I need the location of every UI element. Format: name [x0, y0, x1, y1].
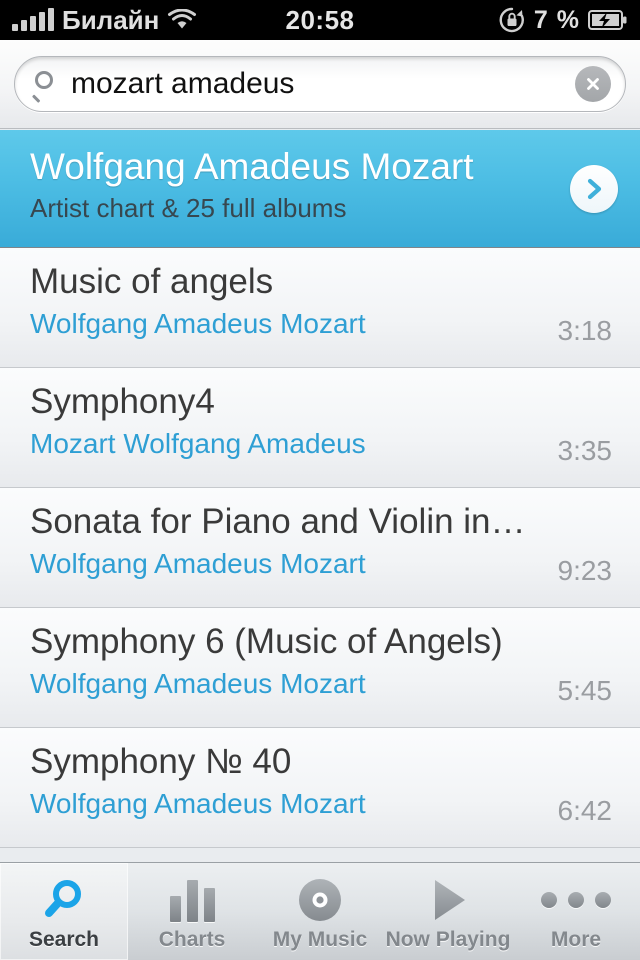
search-input-value: mozart amadeus — [71, 67, 295, 100]
table-row[interactable]: Symphony4 Mozart Wolfgang Amadeus 3:35 — [0, 368, 640, 488]
tab-more-label: More — [550, 928, 602, 951]
track-title: Symphony № 40 — [30, 742, 292, 781]
chevron-right-icon[interactable] — [570, 164, 618, 213]
play-icon — [425, 874, 471, 926]
table-row[interactable]: Symphony 6 (Music of Angels) Wolfgang Am… — [0, 608, 640, 728]
table-row[interactable]: Music of angels Wolfgang Amadeus Mozart … — [0, 248, 640, 368]
tab-now-playing-label: Now Playing — [385, 928, 511, 951]
artist-result-row[interactable]: Wolfgang Amadeus Mozart Artist chart & 2… — [0, 130, 640, 248]
track-artist: Wolfgang Amadeus Mozart — [30, 788, 366, 820]
artist-subtitle: Artist chart & 25 full albums — [30, 193, 347, 224]
rotation-lock-icon — [498, 6, 526, 34]
status-bar-right: 7 % — [498, 6, 628, 35]
track-title: Music of angels — [30, 262, 274, 301]
track-duration: 3:35 — [557, 435, 613, 466]
bar-chart-icon — [169, 874, 215, 926]
tab-bar: Search Charts My Music Now Playing More — [0, 862, 640, 960]
search-icon — [31, 71, 59, 103]
ellipsis-icon — [541, 874, 611, 926]
track-duration: 5:45 — [557, 675, 613, 706]
track-title: Symphony 6 (Music of Angels) — [30, 622, 503, 661]
table-row[interactable]: Symphony № 40 Wolfgang Amadeus Mozart 6:… — [0, 728, 640, 848]
app-root: Билайн 20:58 7 % mozart amadeus Wolfgang… — [0, 0, 640, 960]
tab-my-music[interactable]: My Music — [256, 863, 384, 960]
search-results-list[interactable]: Wolfgang Amadeus Mozart Artist chart & 2… — [0, 130, 640, 862]
status-bar: Билайн 20:58 7 % — [0, 0, 640, 40]
magnifier-icon — [41, 874, 87, 926]
track-artist: Wolfgang Amadeus Mozart — [30, 308, 366, 340]
track-artist: Wolfgang Amadeus Mozart — [30, 668, 366, 700]
disc-icon — [296, 874, 344, 926]
tab-charts[interactable]: Charts — [128, 863, 256, 960]
tab-search-label: Search — [28, 928, 100, 951]
tab-more[interactable]: More — [512, 863, 640, 960]
track-artist: Wolfgang Amadeus Mozart — [30, 548, 366, 580]
track-title: Sonata for Piano and Violin in… — [30, 502, 526, 541]
tab-my-music-label: My Music — [272, 928, 368, 951]
clear-circle-icon[interactable] — [575, 66, 611, 102]
search-bar-panel: mozart amadeus — [0, 40, 640, 129]
track-artist: Mozart Wolfgang Amadeus — [30, 428, 366, 460]
tab-charts-label: Charts — [158, 928, 226, 951]
table-row[interactable]: Sonata for Piano and Violin in… Wolfgang… — [0, 488, 640, 608]
search-input[interactable]: mozart amadeus — [14, 56, 626, 112]
tab-now-playing[interactable]: Now Playing — [384, 863, 512, 960]
tab-search[interactable]: Search — [0, 863, 128, 960]
track-duration: 9:23 — [557, 555, 613, 586]
track-duration: 6:42 — [557, 795, 613, 826]
battery-charging-icon — [588, 9, 628, 31]
artist-name: Wolfgang Amadeus Mozart — [30, 146, 474, 187]
track-title: Symphony4 — [30, 382, 215, 421]
battery-percent-label: 7 % — [533, 5, 580, 34]
track-duration: 3:18 — [557, 315, 613, 346]
